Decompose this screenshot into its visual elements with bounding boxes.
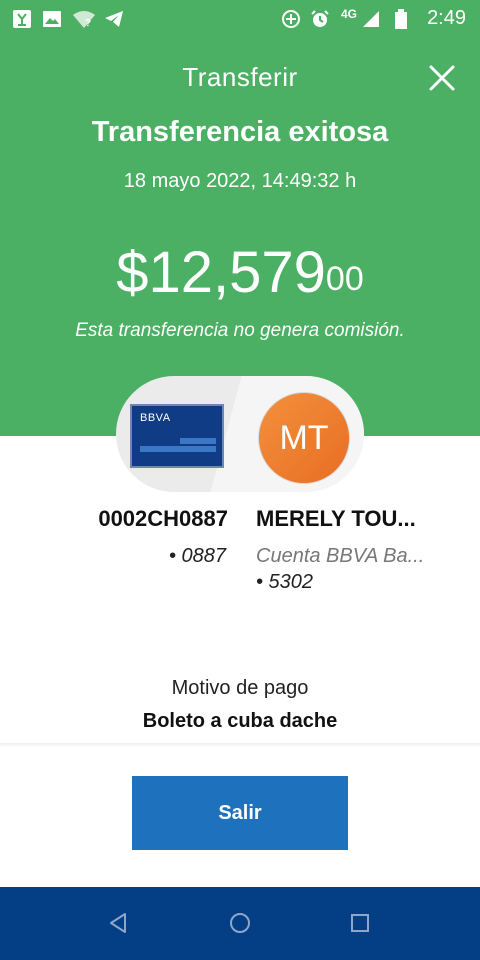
recipient-bank: Cuenta BBVA Ba... [256, 545, 425, 567]
transfer-datetime: 18 mayo 2022, 14:49:32 h [123, 170, 357, 192]
amount-main: $12,579 [116, 240, 326, 305]
recents-icon[interactable] [348, 911, 372, 935]
source-last-digits: • 0887 [168, 545, 226, 567]
system-nav-bar [0, 887, 480, 960]
image-icon [43, 11, 61, 27]
page-title: Transferir [182, 62, 298, 92]
commission-note: Esta transferencia no genera comisión. [75, 320, 405, 341]
svg-text:?: ? [85, 18, 91, 29]
divider [0, 743, 480, 747]
alarm-icon [311, 10, 329, 27]
back-icon[interactable] [107, 911, 131, 935]
telegram-icon [105, 11, 123, 27]
success-title: Transferencia exitosa [91, 116, 389, 148]
status-time: 2:49 [427, 7, 466, 29]
add-circle-icon [282, 10, 300, 28]
card-stripe [140, 446, 216, 452]
payment-reason-label: Motivo de pago [171, 677, 309, 699]
status-bar: ? 4G 2:49 [0, 0, 480, 38]
signal-icon [363, 11, 379, 27]
home-icon[interactable] [228, 911, 252, 935]
recipient-name: MERELY TOU... [256, 506, 416, 531]
amount-decimal: 00 [325, 260, 364, 298]
recipient-avatar: MT [258, 392, 350, 484]
battery-icon [395, 9, 407, 29]
transfer-parties-pill: BBVA MT [116, 376, 364, 492]
app-icon [13, 10, 31, 28]
exit-button[interactable]: Salir [132, 776, 348, 850]
recipient-last-digits: • 5302 [256, 571, 314, 593]
transfer-amount: $12,57900 [0, 238, 480, 308]
wifi-question-icon: ? [73, 11, 95, 29]
network-type: 4G [341, 7, 358, 21]
payment-reason-value: Boleto a cuba dache [142, 710, 338, 732]
close-icon[interactable] [426, 62, 458, 94]
source-card-icon: BBVA [130, 404, 224, 468]
card-stripe [180, 438, 216, 444]
source-account: 0002CH0887 [98, 506, 228, 531]
card-brand: BBVA [140, 412, 171, 424]
